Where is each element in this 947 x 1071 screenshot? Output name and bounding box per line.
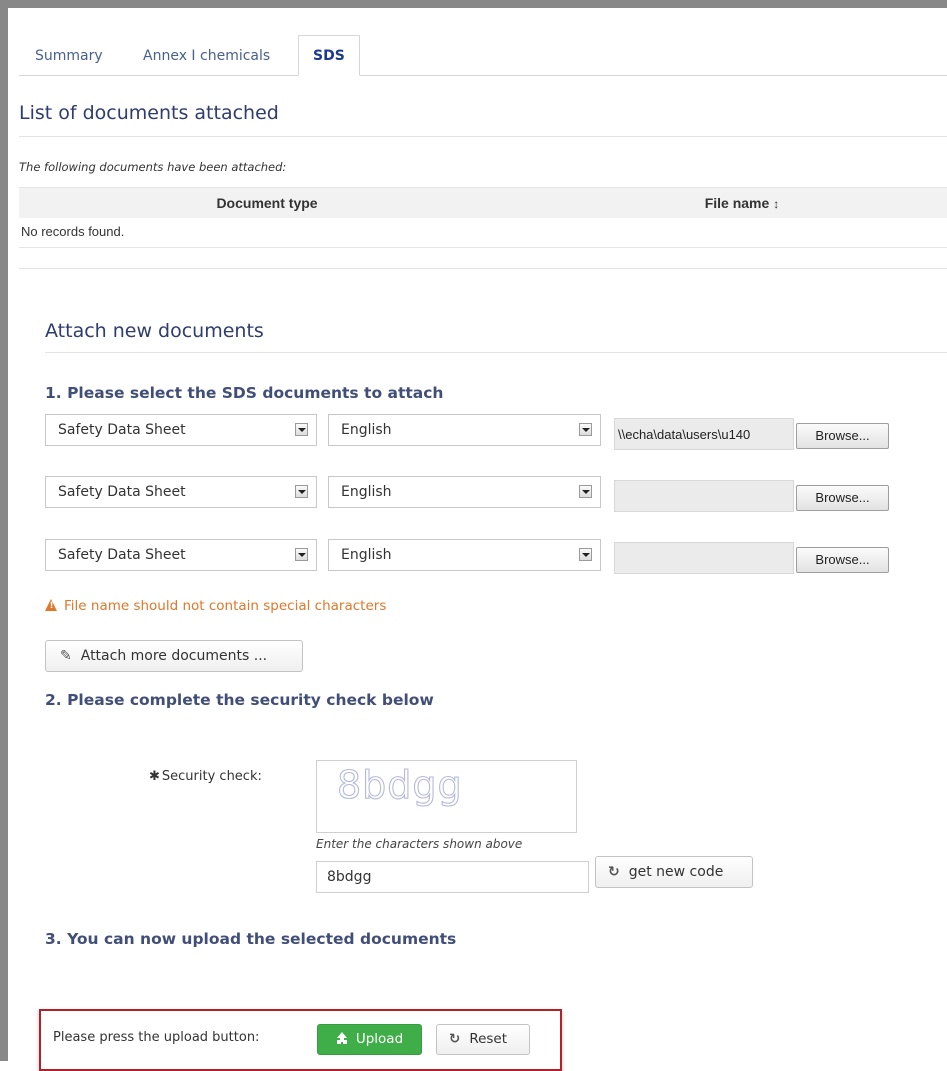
list-documents-title: List of documents attached [19, 102, 279, 124]
document-type-select-2[interactable]: Safety Data Sheet [45, 476, 317, 508]
attached-note: The following documents have been attach… [19, 160, 287, 174]
get-new-code-button[interactable]: ↻ get new code [595, 856, 753, 888]
dropdown-arrow-icon [295, 548, 308, 561]
window-frame-left [0, 0, 8, 1061]
document-type-value-3: Safety Data Sheet [58, 547, 186, 563]
dropdown-arrow-icon [579, 423, 592, 436]
refresh-icon: ↻ [608, 864, 620, 880]
attach-more-label: Attach more documents ... [80, 648, 268, 664]
document-type-value-1: Safety Data Sheet [58, 422, 186, 438]
dropdown-arrow-icon [579, 485, 592, 498]
reset-label: Reset [469, 1031, 508, 1047]
warning-text: File name should not contain special cha… [64, 598, 387, 614]
browse-button-3[interactable]: Browse... [796, 547, 889, 573]
column-file-name[interactable]: File name ↕ [537, 188, 947, 218]
paperclip-icon: ✎ [60, 648, 72, 664]
no-records-row: No records found. [19, 217, 947, 248]
step-1-heading: 1. Please select the SDS documents to at… [45, 384, 444, 402]
warning-icon [45, 599, 58, 611]
tab-sds[interactable]: SDS [298, 35, 360, 76]
dropdown-arrow-icon [579, 548, 592, 561]
required-icon: ✱ [149, 769, 160, 784]
attach-divider [45, 352, 947, 353]
attach-new-documents-title: Attach new documents [45, 320, 264, 342]
get-new-code-label: get new code [628, 864, 724, 880]
dropdown-arrow-icon [295, 423, 308, 436]
document-type-select-1[interactable]: Safety Data Sheet [45, 414, 317, 446]
security-check-text: Security check: [161, 769, 262, 784]
attach-more-documents-button[interactable]: ✎ Attach more documents ... [45, 640, 303, 672]
captcha-image: 8bdgg [316, 760, 577, 833]
sort-icon[interactable]: ↕ [773, 197, 779, 211]
security-check-label: ✱ Security check: [149, 769, 262, 784]
upload-button[interactable]: Upload [317, 1024, 422, 1055]
refresh-icon: ↻ [449, 1031, 461, 1047]
language-value-3: English [341, 547, 392, 563]
captcha-hint: Enter the characters shown above [316, 837, 523, 851]
file-path-field-2[interactable] [614, 480, 794, 512]
reset-button[interactable]: ↻ Reset [436, 1024, 530, 1055]
document-type-select-3[interactable]: Safety Data Sheet [45, 539, 317, 571]
dropdown-arrow-icon [295, 485, 308, 498]
window-frame-top [0, 0, 947, 8]
upload-prompt: Please press the upload button: [53, 1030, 260, 1045]
step-3-heading: 3. You can now upload the selected docum… [45, 930, 457, 948]
column-document-type[interactable]: Document type [19, 188, 515, 218]
tab-summary[interactable]: Summary [21, 36, 117, 75]
title-divider [19, 136, 947, 137]
language-select-2[interactable]: English [328, 476, 601, 508]
tab-bar: Summary Annex I chemicals SDS [19, 35, 947, 76]
upload-icon [336, 1032, 348, 1044]
security-code-input[interactable]: 8bdgg [316, 861, 589, 893]
upload-label: Upload [355, 1031, 404, 1047]
column-file-name-label: File name [704, 195, 770, 211]
browse-button-1[interactable]: Browse... [796, 423, 889, 449]
step-2-heading: 2. Please complete the security check be… [45, 691, 434, 709]
language-value-2: English [341, 484, 392, 500]
language-value-1: English [341, 422, 392, 438]
language-select-1[interactable]: English [328, 414, 601, 446]
captcha-characters: 8bdgg [336, 762, 463, 807]
language-select-3[interactable]: English [328, 539, 601, 571]
file-path-field-1[interactable]: \\echa\data\users\u140 [614, 418, 794, 450]
browse-button-2[interactable]: Browse... [796, 485, 889, 511]
file-path-field-3[interactable] [614, 542, 794, 574]
special-characters-warning: File name should not contain special cha… [45, 598, 386, 614]
tab-annex-i-chemicals[interactable]: Annex I chemicals [129, 36, 284, 75]
list-bottom-divider [19, 268, 947, 269]
document-type-value-2: Safety Data Sheet [58, 484, 186, 500]
documents-table-header: Document type File name ↕ [19, 187, 947, 218]
